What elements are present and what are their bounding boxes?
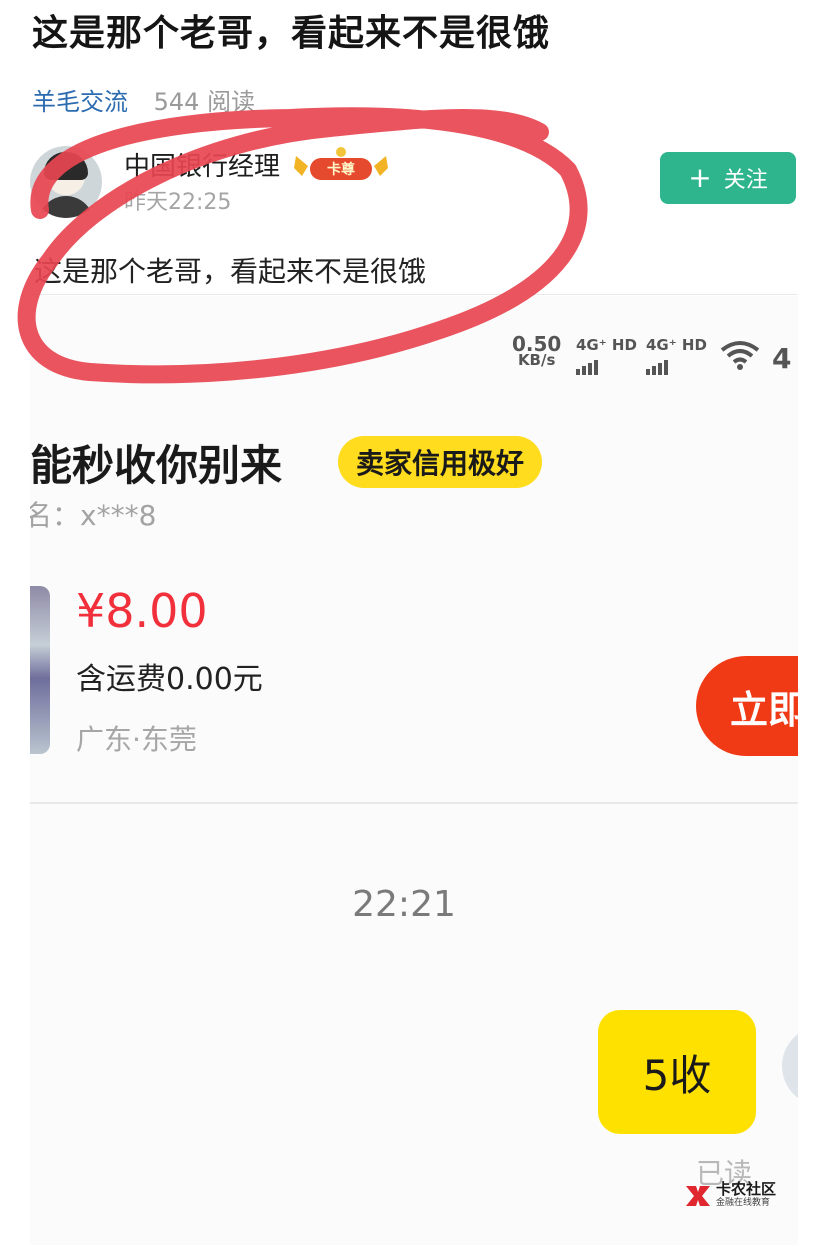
vip-badge: 卡尊 (292, 146, 390, 182)
crown-badge-icon: 卡尊 (294, 147, 388, 180)
credit-badge: 卖家信用极好 (338, 436, 543, 488)
signal-2: 4G⁺ HD (646, 336, 707, 375)
shipping-fee: 含运费0.00元 (76, 662, 263, 697)
post-meta: 羊毛交流 544 阅读 (32, 82, 255, 117)
product-location: 广东·东莞 (76, 723, 197, 756)
follow-label: 关注 (723, 168, 768, 193)
signal-bars-icon (576, 357, 637, 375)
wifi-icon (720, 340, 760, 374)
signal-2-label: 4G⁺ HD (646, 336, 707, 354)
post-body: 这是那个老哥，看起来不是很饿 (34, 255, 427, 288)
speed-unit: KB/s (517, 351, 556, 369)
watermark-subtitle: 金融在线教育 (716, 1198, 771, 1208)
category-link[interactable]: 羊毛交流 (32, 88, 128, 116)
author-avatar[interactable] (30, 146, 102, 218)
chat-timestamp: 22:21 (352, 884, 456, 925)
watermark-title: 卡农社区 (716, 1180, 777, 1198)
watermark: 卡农社区 金融在线教育 (684, 1176, 776, 1216)
follow-button[interactable]: + 关注 (660, 152, 796, 204)
seller-name: 名：x***8 (30, 499, 157, 532)
post-time: 昨天22:25 (124, 190, 232, 215)
attached-screenshot[interactable]: 0.50 KB/s 4G⁺ HD 4G⁺ HD 4 能秒收你别来 卖家信用极好 … (30, 296, 798, 1245)
signal-1-label: 4G⁺ HD (576, 336, 637, 354)
read-count: 544 阅读 (153, 88, 256, 116)
battery-level: 4 (772, 342, 792, 375)
user-avatar (782, 1026, 798, 1106)
message-bubble[interactable]: 5收 (598, 1010, 756, 1134)
product-price: ¥8.00 (76, 584, 208, 638)
kanong-logo-icon (686, 1186, 710, 1206)
speed-value: 0.50 (512, 332, 562, 356)
divider (30, 294, 798, 295)
product-image[interactable] (30, 586, 50, 754)
network-speed: 0.50 KB/s (512, 332, 562, 369)
author-name[interactable]: 中国银行经理 (124, 146, 280, 183)
plus-icon: + (688, 161, 712, 194)
divider (30, 802, 798, 804)
shop-title: 能秒收你别来 (30, 441, 283, 490)
buy-now-button[interactable]: 立即 (696, 656, 798, 756)
post-title: 这是那个老哥，看起来不是很饿 (32, 13, 551, 54)
signal-1: 4G⁺ HD (576, 336, 637, 375)
badge-label: 卡尊 (327, 161, 355, 178)
signal-bars-icon (646, 357, 707, 375)
